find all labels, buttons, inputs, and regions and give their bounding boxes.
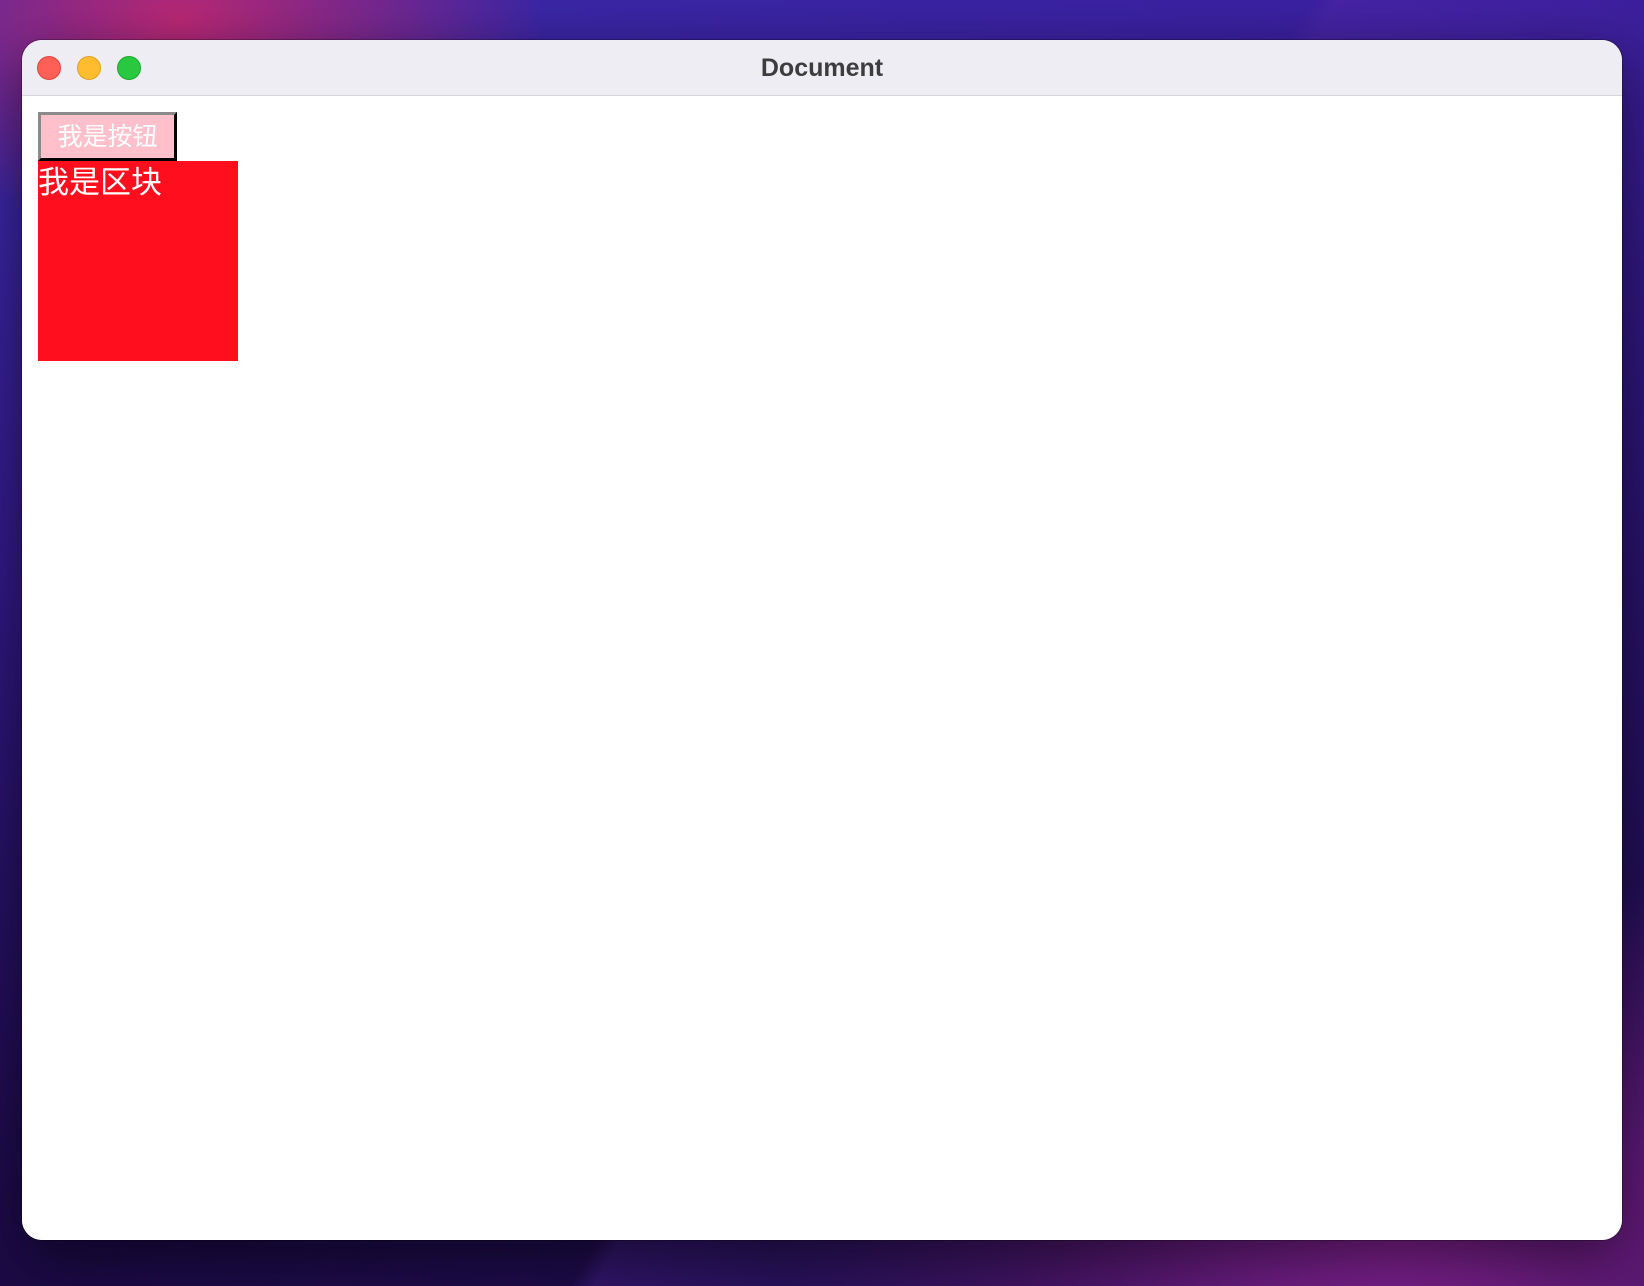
- browser-window: Document 我是按钮 我是区块: [22, 40, 1622, 1240]
- page-content: 我是按钮 我是区块: [22, 96, 1622, 1240]
- window-titlebar[interactable]: Document: [22, 40, 1622, 96]
- demo-block: 我是区块: [38, 161, 238, 361]
- demo-button[interactable]: 我是按钮: [38, 112, 177, 161]
- window-title: Document: [760, 54, 884, 82]
